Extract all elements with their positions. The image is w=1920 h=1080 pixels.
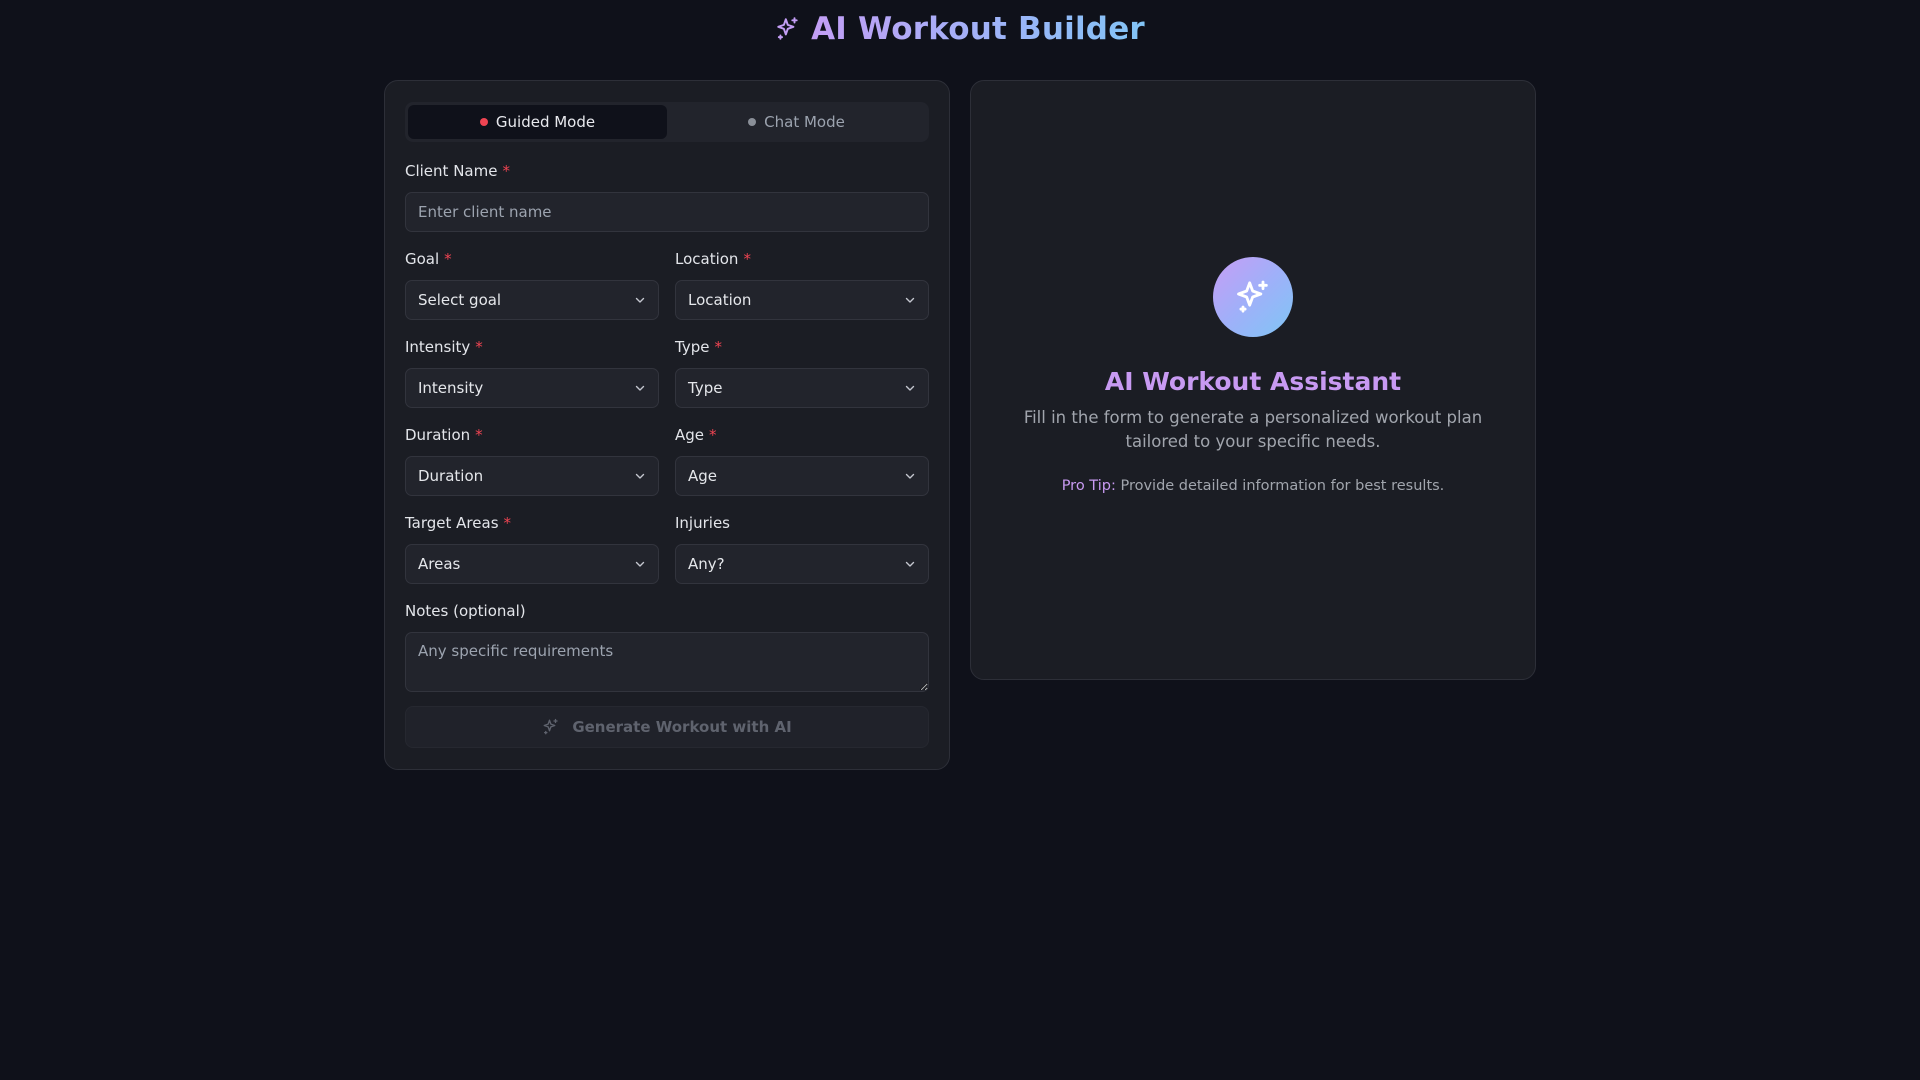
label-text: Location [675, 250, 739, 268]
chevron-down-icon [904, 470, 916, 482]
tab-chat-mode[interactable]: Chat Mode [667, 105, 926, 139]
type-label: Type * [675, 337, 929, 357]
goal-label: Goal * [405, 249, 659, 269]
select-value: Age [688, 467, 718, 485]
label-text: Injuries [675, 514, 730, 532]
chevron-down-icon [634, 470, 646, 482]
inactive-dot-icon [748, 118, 757, 126]
intensity-label: Intensity * [405, 337, 659, 357]
label-text: Intensity [405, 338, 471, 356]
select-value: Duration [418, 467, 484, 485]
assistant-empty-state: AI Workout Assistant Fill in the form to… [971, 257, 1535, 494]
page-title: AI Workout Builder [811, 11, 1145, 47]
active-dot-icon [479, 118, 488, 126]
type-select[interactable]: Type [675, 368, 929, 408]
target-areas-select[interactable]: Areas [405, 544, 659, 584]
duration-label: Duration * [405, 425, 659, 445]
chevron-down-icon [634, 558, 646, 570]
tab-label: Chat Mode [764, 113, 845, 131]
age-field: Age * Age [675, 425, 929, 496]
age-select[interactable]: Age [675, 456, 929, 496]
notes-label: Notes (optional) [405, 601, 929, 621]
required-marker: * [503, 514, 512, 532]
required-marker: * [743, 250, 751, 268]
sparkle-icon [775, 16, 801, 42]
select-value: Location [688, 291, 752, 309]
goal-field: Goal * Select goal [405, 249, 659, 320]
notes-field: Notes (optional) [405, 601, 929, 692]
select-value: Areas [418, 555, 461, 573]
pro-tip: Pro Tip: Provide detailed information fo… [1062, 478, 1445, 494]
chevron-down-icon [904, 558, 916, 570]
intensity-select[interactable]: Intensity [405, 368, 659, 408]
page-header: AI Workout Builder [0, 0, 1920, 58]
required-marker: * [475, 426, 483, 444]
client-name-input[interactable] [405, 192, 929, 232]
type-field: Type * Type [675, 337, 929, 408]
label-text: Client Name [405, 162, 498, 180]
chevron-down-icon [634, 294, 646, 306]
location-select[interactable]: Location [675, 280, 929, 320]
label-text: Duration [405, 426, 471, 444]
select-value: Type [688, 379, 723, 397]
injuries-label: Injuries [675, 513, 929, 533]
sparkle-icon [1233, 277, 1273, 317]
client-name-field: Client Name * [405, 161, 929, 232]
label-text: Target Areas [405, 514, 499, 532]
assistant-title: AI Workout Assistant [1104, 367, 1402, 396]
label-text: Age [675, 426, 705, 444]
required-marker: * [709, 426, 717, 444]
client-name-label: Client Name * [405, 161, 929, 181]
chevron-down-icon [904, 382, 916, 394]
sparkle-icon [542, 718, 560, 736]
label-text: Type [675, 338, 710, 356]
chevron-down-icon [634, 382, 646, 394]
select-value: Select goal [418, 291, 502, 309]
age-label: Age * [675, 425, 929, 445]
select-value: Any? [688, 555, 725, 573]
assistant-panel: AI Workout Assistant Fill in the form to… [970, 80, 1536, 680]
tab-label: Guided Mode [495, 113, 596, 131]
notes-textarea[interactable] [405, 632, 929, 692]
select-value: Intensity [418, 379, 484, 397]
pro-tip-label: Pro Tip: [1061, 478, 1116, 494]
generate-workout-button[interactable]: Generate Workout with AI [405, 706, 929, 748]
location-label: Location * [675, 249, 929, 269]
assistant-avatar [1213, 257, 1293, 337]
duration-field: Duration * Duration [405, 425, 659, 496]
required-marker: * [475, 338, 483, 356]
injuries-select[interactable]: Any? [675, 544, 929, 584]
injuries-field: Injuries Any? [675, 513, 929, 584]
label-text: Goal [405, 250, 440, 268]
workout-form-panel: Guided Mode Chat Mode Client Name * Goal… [384, 80, 950, 770]
required-marker: * [714, 338, 722, 356]
target-areas-label: Target Areas * [405, 513, 659, 533]
app-root: AI Workout Builder Guided Mode Chat Mode… [0, 0, 1920, 1080]
chevron-down-icon [904, 294, 916, 306]
generate-button-label: Generate Workout with AI [572, 718, 792, 736]
assistant-description: Fill in the form to generate a personali… [1023, 408, 1483, 451]
required-marker: * [444, 250, 452, 268]
mode-switch: Guided Mode Chat Mode [405, 102, 929, 142]
duration-select[interactable]: Duration [405, 456, 659, 496]
target-areas-field: Target Areas * Areas [405, 513, 659, 584]
label-text: Notes (optional) [405, 602, 526, 620]
location-field: Location * Location [675, 249, 929, 320]
pro-tip-text: Provide detailed information for best re… [1120, 478, 1445, 494]
tab-guided-mode[interactable]: Guided Mode [408, 105, 667, 139]
goal-select[interactable]: Select goal [405, 280, 659, 320]
required-marker: * [502, 162, 510, 180]
intensity-field: Intensity * Intensity [405, 337, 659, 408]
